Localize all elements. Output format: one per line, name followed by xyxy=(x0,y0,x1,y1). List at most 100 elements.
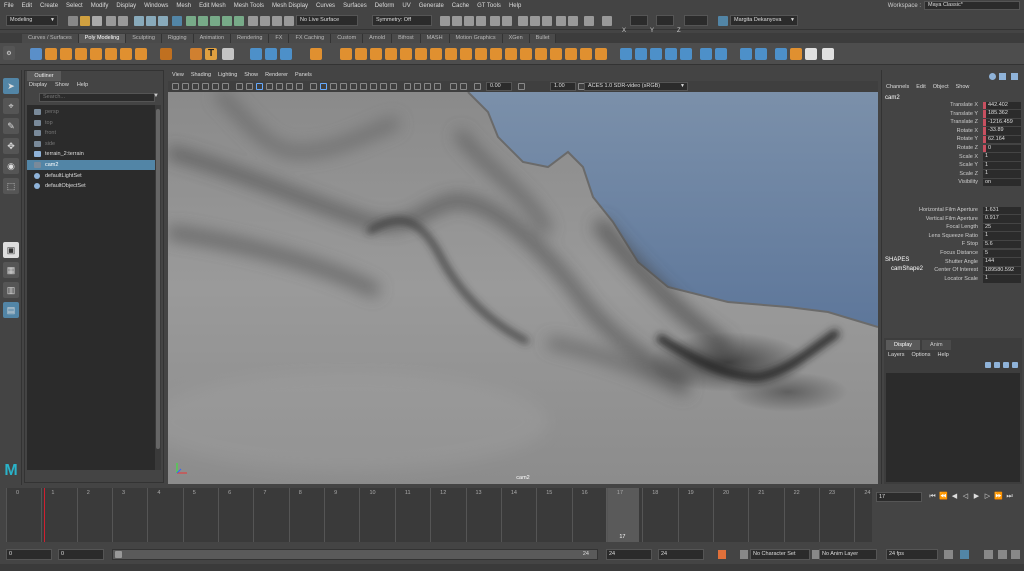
poke-icon[interactable] xyxy=(550,48,562,60)
center-pivot-icon[interactable] xyxy=(790,48,802,60)
paint-select-icon[interactable]: ✎ xyxy=(3,118,19,134)
shelf-tab-rigging[interactable]: Rigging xyxy=(161,34,194,43)
search-options-icon[interactable]: ▼ xyxy=(153,93,161,102)
2d-pan-zoom-icon[interactable] xyxy=(212,83,219,90)
symmetry-dropdown[interactable]: Symmetry: Off xyxy=(372,15,432,26)
channel-attr-value[interactable]: 1 xyxy=(983,275,1021,283)
play-backwards-icon[interactable]: ◁ xyxy=(961,492,970,501)
channel-attr-row[interactable]: Rotate X -33.89 xyxy=(882,127,1024,136)
channel-attr-row[interactable]: Focus Distance 5 xyxy=(882,249,1024,258)
camera-attributes-icon[interactable] xyxy=(182,83,189,90)
textured-icon[interactable] xyxy=(340,83,347,90)
loop-icon[interactable] xyxy=(944,550,953,559)
channel-attr-row[interactable]: F Stop 5.6 xyxy=(882,240,1024,249)
menu-select[interactable]: Select xyxy=(62,3,87,9)
smooth-shade-icon[interactable] xyxy=(320,83,327,90)
time-slider-track[interactable]: 17 0 1 2 3 4 5 6 7 8 9 10 11 12 13 14 15 16 17 18 19 20 21 22 23… xyxy=(6,488,872,542)
film-gate-icon[interactable] xyxy=(246,83,253,90)
channel-attr-row[interactable]: Vertical Film Aperture 0.917 xyxy=(882,215,1024,224)
channel-attr-row[interactable]: Rotate Y 62.164 xyxy=(882,135,1024,144)
super-shape-icon[interactable] xyxy=(160,48,172,60)
multi-cut-icon[interactable] xyxy=(415,48,427,60)
sew-uv-icon[interactable] xyxy=(715,48,727,60)
bookmarks-icon[interactable] xyxy=(192,83,199,90)
shelf-tab-sculpting[interactable]: Sculpting xyxy=(126,34,162,43)
grid-icon[interactable] xyxy=(236,83,243,90)
select-component-icon[interactable] xyxy=(158,16,168,26)
channel-attr-value[interactable]: 0.917 xyxy=(983,215,1021,223)
outliner-item[interactable]: defaultLightSet xyxy=(27,171,157,181)
channel-attr-value[interactable]: 1 xyxy=(983,170,1021,178)
scale-tool-icon[interactable]: ⬚ xyxy=(3,178,19,194)
outliner-title-tab[interactable]: Outliner xyxy=(27,71,61,81)
menu-gt-tools[interactable]: GT Tools xyxy=(473,3,505,9)
outliner-layout-icon[interactable]: ▤ xyxy=(3,302,19,318)
automatic-map-icon[interactable] xyxy=(680,48,692,60)
shadows-icon[interactable] xyxy=(360,83,367,90)
outliner-item[interactable]: persp xyxy=(27,107,157,117)
channel-attr-row[interactable]: Scale Z 1 xyxy=(882,170,1024,179)
circularize-icon[interactable] xyxy=(595,48,607,60)
layer-menu-layers[interactable]: Layers xyxy=(888,352,905,358)
outliner-item[interactable]: front xyxy=(27,128,157,138)
extrude-icon[interactable] xyxy=(340,48,352,60)
channel-attr-value[interactable]: 144 xyxy=(983,258,1021,266)
current-frame-marker[interactable]: 17 xyxy=(605,488,639,542)
wireframe-on-shaded-icon[interactable] xyxy=(330,83,337,90)
playback-start-field[interactable]: 0 xyxy=(58,549,104,560)
poly-cone-icon[interactable] xyxy=(75,48,87,60)
pause-viewport-icon[interactable] xyxy=(584,16,594,26)
workspace-dropdown[interactable]: Maya Classic* xyxy=(924,1,1020,10)
live-surface-dropdown[interactable]: No Live Surface xyxy=(296,15,358,26)
outliner-search-input[interactable]: Search... xyxy=(39,93,155,102)
move-layer-up-icon[interactable] xyxy=(985,362,991,368)
snap-point-icon[interactable] xyxy=(272,16,282,26)
z-field[interactable] xyxy=(684,15,708,26)
menu-cache[interactable]: Cache xyxy=(448,3,473,9)
channel-attr-row[interactable]: Lens Squeeze Ratio 1 xyxy=(882,232,1024,241)
fill-hole-icon[interactable] xyxy=(385,48,397,60)
channel-box-menu-channels[interactable]: Channels xyxy=(886,84,909,90)
channel-attr-row[interactable]: Translate Y 185.362 xyxy=(882,110,1024,119)
shelf-tab-custom[interactable]: Custom xyxy=(331,34,364,43)
four-view-layout-icon[interactable]: ▦ xyxy=(3,262,19,278)
menu-generate[interactable]: Generate xyxy=(415,3,448,9)
insert-edge-loop-icon[interactable] xyxy=(520,48,532,60)
3d-viewport[interactable]: cam2 xyxy=(168,92,878,484)
channel-attr-row[interactable]: Scale X 1 xyxy=(882,153,1024,162)
rotate-tool-icon[interactable]: ◉ xyxy=(3,158,19,174)
cached-playback-icon[interactable] xyxy=(960,550,969,559)
anti-aliasing-icon[interactable] xyxy=(390,83,397,90)
shelf-tab-rendering[interactable]: Rendering xyxy=(231,34,270,43)
hypershade-icon[interactable] xyxy=(476,16,486,26)
field-chart-icon[interactable] xyxy=(276,83,283,90)
render-setup-icon[interactable] xyxy=(490,16,500,26)
channel-attr-row[interactable]: Scale Y 1 xyxy=(882,161,1024,170)
menu-help[interactable]: Help xyxy=(505,3,525,9)
channel-attr-value[interactable]: 442.402 xyxy=(983,101,1021,110)
bridge-icon[interactable] xyxy=(355,48,367,60)
outliner-menu-display[interactable]: Display xyxy=(29,82,47,91)
snap-curve-icon[interactable] xyxy=(260,16,270,26)
current-frame-field[interactable]: 17 xyxy=(876,492,922,502)
play-forwards-icon[interactable]: ▶ xyxy=(972,492,981,501)
menu-display[interactable]: Display xyxy=(112,3,140,9)
menu-file[interactable]: File xyxy=(0,3,18,9)
select-camera-icon[interactable] xyxy=(172,83,179,90)
layer-menu-options[interactable]: Options xyxy=(912,352,931,358)
separate-icon[interactable] xyxy=(265,48,277,60)
channel-attr-value[interactable]: -33.89 xyxy=(983,127,1021,135)
select-object-icon[interactable] xyxy=(146,16,156,26)
poly-torus-icon[interactable] xyxy=(90,48,102,60)
light-editor-icon[interactable] xyxy=(502,16,512,26)
poly-plane-icon[interactable] xyxy=(105,48,117,60)
shelf-tab-poly-modeling[interactable]: Poly Modeling xyxy=(78,34,127,43)
layer-tab-anim[interactable]: Anim xyxy=(922,340,951,350)
poly-cube-icon[interactable] xyxy=(45,48,57,60)
persp-outliner-layout-icon[interactable]: ▥ xyxy=(3,282,19,298)
snap-grid-icon[interactable] xyxy=(248,16,258,26)
select-hierarchy-icon[interactable] xyxy=(134,16,144,26)
channel-attr-value[interactable]: 189580.592 xyxy=(983,266,1021,275)
channel-box-menu-object[interactable]: Object xyxy=(933,84,949,90)
x-field[interactable] xyxy=(630,15,648,26)
